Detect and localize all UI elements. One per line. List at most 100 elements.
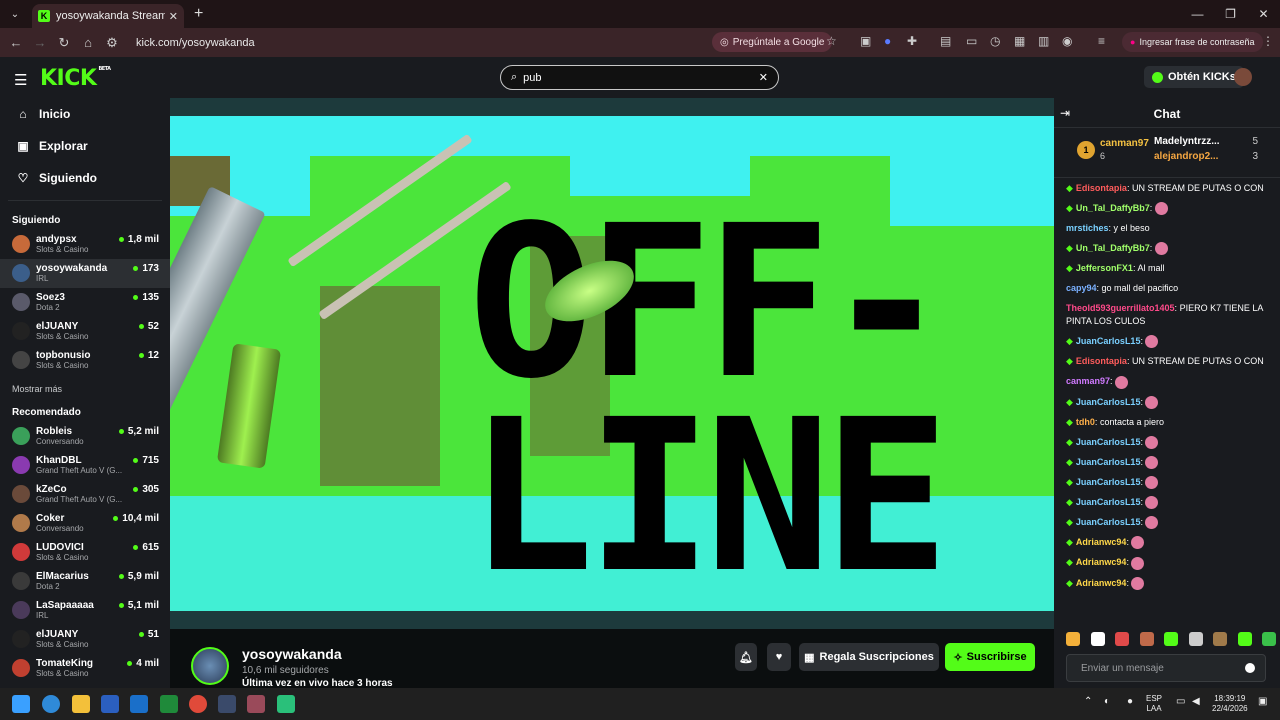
chat-username[interactable]: JuanCarlosL15	[1076, 517, 1141, 527]
emote-icon[interactable]	[1164, 632, 1178, 646]
chat-input[interactable]: Enviar un mensaje	[1066, 654, 1266, 682]
tab-list-chevron-icon[interactable]: ⌄	[4, 3, 26, 25]
windows-start-icon[interactable]	[12, 695, 30, 713]
sidebar-channel-eljuany[interactable]: elJUANY Slots & Casino 52	[0, 317, 170, 346]
volume-icon[interactable]: ◀	[1192, 697, 1200, 707]
leader-row[interactable]: Madelyntrzz... 5	[1154, 136, 1258, 147]
app-icon[interactable]	[247, 695, 265, 713]
subscribe-button[interactable]: ✧ Suscribirse	[945, 643, 1035, 671]
sidebar-channel-elmacarius[interactable]: ElMacarius Dota 2 5,9 mil	[0, 567, 170, 596]
url-field[interactable]: kick.com/yosoywakanda	[136, 37, 255, 49]
chat-username[interactable]: Adrianwc94	[1076, 578, 1127, 588]
excel-icon[interactable]	[160, 695, 178, 713]
emote-icon[interactable]	[1139, 632, 1154, 646]
emote-icon[interactable]	[1066, 632, 1080, 646]
chat-username[interactable]: Un_Tal_DaffyBb7	[1076, 243, 1150, 253]
emoji-picker-icon[interactable]	[1245, 663, 1255, 673]
print-icon[interactable]: ▦	[1014, 34, 1025, 48]
language-indicator[interactable]: ESP LAA	[1146, 694, 1162, 714]
sidebar-channel-eljuany[interactable]: elJUANY Slots & Casino 51	[0, 625, 170, 654]
show-more-link[interactable]: Mostrar más	[0, 375, 170, 403]
emote-icon[interactable]	[1188, 632, 1203, 646]
clock[interactable]: 18:39:19 22/4/2026	[1212, 694, 1248, 714]
reading-list-icon[interactable]: ▤	[940, 34, 951, 48]
translate-icon[interactable]: ▣	[860, 34, 871, 48]
sidebar-channel-kzeco[interactable]: kZeCo Grand Theft Auto V (G... 305	[0, 480, 170, 509]
location-icon[interactable]: ◉	[1062, 34, 1072, 48]
chat-username[interactable]: JuanCarlosL15	[1076, 497, 1141, 507]
chat-username[interactable]: JuanCarlosL15	[1076, 437, 1141, 447]
chat-username[interactable]: Edisontapia	[1076, 183, 1127, 193]
back-icon[interactable]: ←	[4, 35, 28, 50]
emote-icon[interactable]	[1090, 632, 1105, 646]
chat-username[interactable]: Theold593guerrillato1405	[1066, 303, 1175, 313]
sidebar-channel-tomateking[interactable]: TomateKing Slots & Casino 4 mil	[0, 654, 170, 683]
emote-icon[interactable]	[1262, 632, 1276, 646]
close-tab-icon[interactable]: ✕	[169, 10, 178, 23]
chat-username[interactable]: canman97	[1066, 376, 1110, 386]
bookmark-star-icon[interactable]: ☆	[826, 34, 837, 48]
word-icon[interactable]	[101, 695, 119, 713]
emote-icon[interactable]	[1237, 632, 1252, 646]
nav-explorar[interactable]: ▣ Explorar	[0, 130, 170, 162]
chat-username[interactable]: Un_Tal_DaffyBb7	[1076, 203, 1150, 213]
extensions-puzzle-icon[interactable]: ✚	[907, 34, 917, 48]
search-box[interactable]: ⌕ pub ✕	[500, 65, 779, 90]
chat-username[interactable]: JuanCarlosL15	[1076, 457, 1141, 467]
chat-username[interactable]: JuanCarlosL15	[1076, 336, 1141, 346]
sidebar-channel-coker[interactable]: Coker Conversando 10,4 mil	[0, 509, 170, 538]
leader-name[interactable]: canman97	[1100, 138, 1149, 149]
clear-search-icon[interactable]: ✕	[759, 71, 768, 84]
outlook-icon[interactable]	[130, 695, 148, 713]
chat-username[interactable]: mrstiches	[1066, 223, 1109, 233]
chat-username[interactable]: JeffersonFX1	[1076, 263, 1133, 273]
chrome-icon[interactable]	[189, 695, 207, 713]
nav-siguiendo[interactable]: ♡ Siguiendo	[0, 162, 170, 194]
file-explorer-icon[interactable]	[72, 695, 90, 713]
user-avatar[interactable]	[1234, 68, 1252, 86]
extension-icon[interactable]: ●	[884, 34, 891, 48]
chat-username[interactable]: JuanCarlosL15	[1076, 397, 1141, 407]
gift-subs-button[interactable]: ▦ Regala Suscripciones	[799, 643, 939, 671]
tray-app-icon[interactable]: ◐	[1104, 697, 1110, 707]
history-icon[interactable]: ◷	[990, 34, 1000, 48]
minimize-icon[interactable]: —	[1181, 0, 1214, 28]
browser-tab[interactable]: K yosoywakanda Stream - Watch ✕	[32, 4, 184, 28]
tray-mic-icon[interactable]: ●	[1127, 697, 1133, 707]
chat-username[interactable]: Edisontapia	[1076, 356, 1127, 366]
video-player[interactable]: OFF- LINE	[170, 98, 1054, 629]
channel-name[interactable]: yosoywakanda	[242, 646, 342, 662]
sidebar-channel-soez3[interactable]: Soez3 Dota 2 135	[0, 288, 170, 317]
sidebar-channel-topbonusio[interactable]: topbonusio Slots & Casino 12	[0, 346, 170, 375]
network-icon[interactable]: ▭	[1176, 697, 1185, 707]
chat-username[interactable]: JuanCarlosL15	[1076, 477, 1141, 487]
chat-username[interactable]: Adrianwc94	[1076, 557, 1127, 567]
sidebar-channel-lasapaaaaa[interactable]: LaSapaaaaa IRL 5,1 mil	[0, 596, 170, 625]
chat-username[interactable]: tdh0	[1076, 417, 1095, 427]
tray-chevron-icon[interactable]: ⌃	[1084, 697, 1092, 707]
site-info-icon[interactable]: ⚙	[100, 35, 124, 51]
sidebar-channel-andypsx[interactable]: andypsx Slots & Casino 1,8 mil	[0, 230, 170, 259]
sidebar-channel-yosoywakanda[interactable]: yosoywakanda IRL 173	[0, 259, 170, 288]
trash-icon[interactable]: ▥	[1038, 34, 1049, 48]
whatsapp-icon[interactable]	[277, 695, 295, 713]
close-window-icon[interactable]: ✕	[1247, 0, 1280, 28]
sidebar-channel-robleis[interactable]: Robleis Conversando 5,2 mil	[0, 422, 170, 451]
kick-logo[interactable]: KICK BETA	[40, 66, 111, 91]
ask-google-button[interactable]: ◎ Pregúntale a Google	[712, 32, 833, 52]
maximize-icon[interactable]: ❐	[1214, 0, 1247, 28]
emote-icon[interactable]	[1115, 632, 1129, 646]
steam-icon[interactable]	[218, 695, 236, 713]
get-kicks-button[interactable]: Obtén KICKs	[1144, 66, 1244, 88]
chat-username[interactable]: Adrianwc94	[1076, 537, 1127, 547]
sidebar-channel-khandbl[interactable]: KhanDBL Grand Theft Auto V (G... 715	[0, 451, 170, 480]
leader-row[interactable]: alejandrop2... 3	[1154, 151, 1258, 162]
new-tab-icon[interactable]: +	[194, 5, 203, 23]
notifications-bell-button[interactable]: 🔔︎	[735, 643, 757, 671]
cast-icon[interactable]: ▭	[966, 34, 977, 48]
notifications-icon[interactable]: ▣	[1258, 697, 1267, 707]
forward-icon[interactable]: →	[28, 35, 52, 50]
sidebar-channel-ludovici[interactable]: LUDOVICI Slots & Casino 615	[0, 538, 170, 567]
search-input[interactable]: pub	[523, 72, 759, 84]
browser-menu-icon[interactable]: ⋮	[1262, 34, 1274, 48]
